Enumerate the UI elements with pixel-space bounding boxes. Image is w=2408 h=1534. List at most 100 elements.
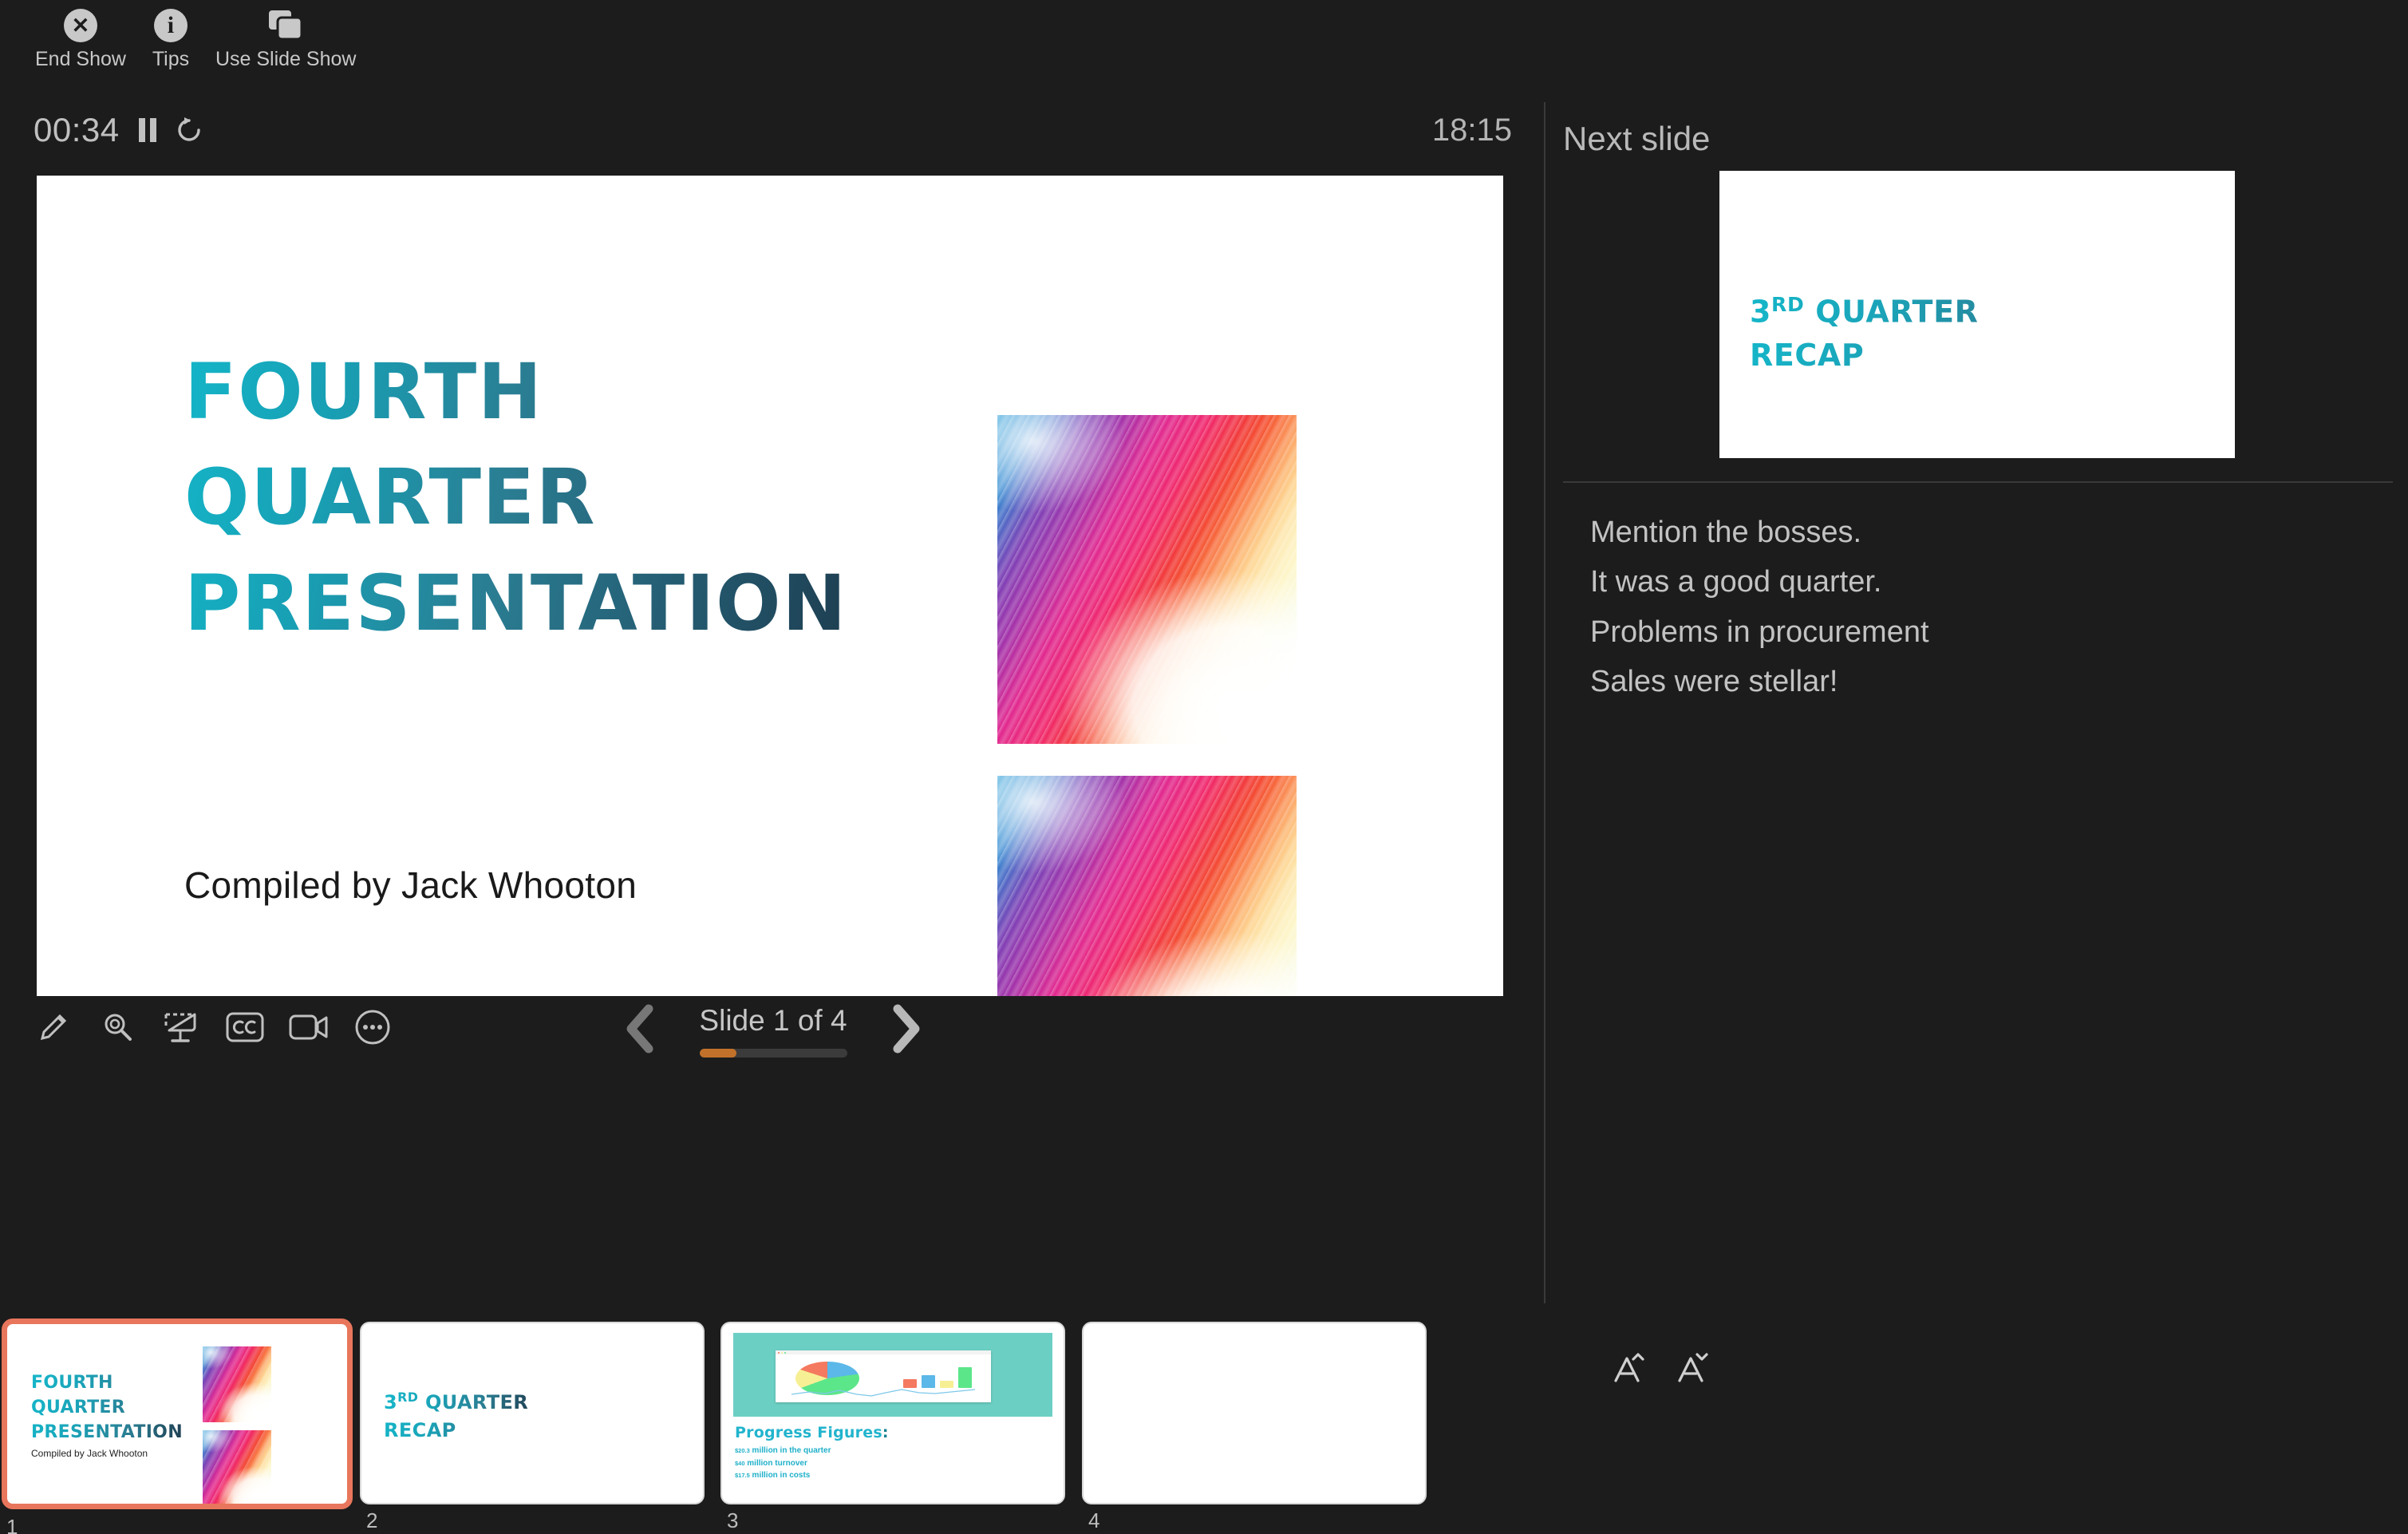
bar-4 bbox=[958, 1367, 972, 1388]
figure-row: $40 million turnover bbox=[735, 1457, 831, 1470]
close-icon: ✕ bbox=[63, 9, 97, 42]
timer-bar: 00:34 18:15 bbox=[0, 102, 1544, 158]
note-line: It was a good quarter. bbox=[1590, 565, 1882, 599]
thumbnail-2-title-rest: QUARTER bbox=[418, 1391, 529, 1413]
thumbnail-3-heading-text: Progress Figures bbox=[735, 1424, 882, 1441]
presenter-sidebar: Next slide 3RD QUARTER RECAP Mention the… bbox=[1545, 102, 2408, 1382]
magnifier-icon[interactable] bbox=[97, 1007, 137, 1047]
thumbnail-slide-2[interactable]: 3RD QUARTER RECAP 2 bbox=[361, 1323, 703, 1532]
tips-label: Tips bbox=[152, 48, 190, 70]
notes-divider bbox=[1563, 481, 2393, 483]
thumbnail-frame[interactable]: 3RD QUARTER RECAP bbox=[361, 1323, 703, 1503]
presenter-notes[interactable]: Mention the bosses. It was a good quarte… bbox=[1590, 508, 2372, 706]
thumbnail-3-heading-colon: : bbox=[882, 1424, 889, 1441]
browser-dot-green bbox=[784, 1351, 786, 1354]
use-slide-show-button[interactable]: Use Slide Show bbox=[203, 0, 369, 71]
decrease-font-size-icon[interactable] bbox=[1673, 1349, 1711, 1387]
slide-stack-icon bbox=[268, 6, 303, 45]
pause-icon[interactable] bbox=[137, 117, 158, 144]
line-chart bbox=[791, 1389, 975, 1397]
next-slide-title-prefix: 3 bbox=[1750, 294, 1772, 330]
thumbnail-1-title-line-3: PRESENTATION bbox=[31, 1422, 183, 1443]
note-font-size-controls bbox=[1609, 1349, 1711, 1387]
thumbnail-1-title-line-2: QUARTER bbox=[31, 1398, 125, 1418]
elapsed-timer: 00:34 bbox=[34, 111, 120, 148]
slide-title-line-1: FOURTH bbox=[184, 347, 543, 437]
next-slide-title-rest: QUARTER bbox=[1804, 294, 1979, 330]
end-show-button[interactable]: ✕ End Show bbox=[22, 0, 139, 71]
closed-captions-icon[interactable] bbox=[225, 1007, 265, 1047]
slide-counter: Slide 1 of 4 bbox=[699, 1004, 847, 1037]
end-show-label: End Show bbox=[35, 48, 126, 70]
thumbnail-frame[interactable]: FOURTH QUARTER PRESENTATION Compiled by … bbox=[2, 1319, 353, 1509]
thumbnail-number: 4 bbox=[1088, 1508, 1100, 1532]
thumbnail-1-brush-bottom bbox=[203, 1430, 271, 1504]
thumbnail-2-title: 3RD QUARTER RECAP bbox=[384, 1389, 528, 1445]
thumbnail-2-title-ordinal: RD bbox=[397, 1390, 419, 1405]
thumbnail-1-title: FOURTH QUARTER PRESENTATION bbox=[31, 1370, 183, 1445]
thumbnail-slide-4[interactable]: 4 bbox=[1084, 1323, 1425, 1532]
note-line: Problems in procurement bbox=[1590, 615, 1929, 649]
pen-icon[interactable] bbox=[34, 1007, 73, 1047]
figure-text: million in costs bbox=[749, 1471, 811, 1480]
figure-amount: $17.5 bbox=[735, 1472, 750, 1479]
use-slide-show-label: Use Slide Show bbox=[215, 48, 357, 70]
wall-clock: 18:15 bbox=[1431, 112, 1512, 148]
browser-dot-red bbox=[778, 1351, 780, 1354]
note-line: Mention the bosses. bbox=[1590, 516, 1862, 549]
tool-icon-group bbox=[34, 1007, 393, 1047]
thumbnail-3-teal-band bbox=[733, 1333, 1052, 1417]
slide-counter-group: Slide 1 of 4 bbox=[673, 1004, 873, 1058]
slide-progress-bar[interactable] bbox=[699, 1049, 847, 1058]
browser-dot-yellow bbox=[781, 1351, 783, 1354]
slide-navigation: Slide 1 of 4 bbox=[622, 1004, 957, 1058]
rainbow-brush-image-top bbox=[997, 415, 1297, 744]
thumbnail-1-title-line-1: FOURTH bbox=[31, 1373, 113, 1393]
bar-2 bbox=[922, 1375, 935, 1388]
next-slide-label: Next slide bbox=[1563, 120, 1711, 157]
reset-icon[interactable] bbox=[176, 116, 203, 144]
presenter-display-icon[interactable] bbox=[161, 1007, 201, 1047]
figure-text: million turnover bbox=[744, 1458, 807, 1468]
tips-button[interactable]: i Tips bbox=[139, 0, 203, 71]
slide-title-line-3: PRESENTATION bbox=[184, 558, 847, 648]
thumbnail-1-subtitle: Compiled by Jack Whooton bbox=[31, 1448, 148, 1459]
more-ellipsis-icon[interactable] bbox=[353, 1007, 393, 1047]
figure-row: $20.3 million in the quarter bbox=[735, 1445, 831, 1457]
thumbnail-2-title-line2: RECAP bbox=[384, 1418, 456, 1441]
figure-amount: $20.3 bbox=[735, 1447, 750, 1454]
thumbnail-3-figures: $20.3 million in the quarter $40 million… bbox=[735, 1445, 831, 1482]
next-slide-preview[interactable]: 3RD QUARTER RECAP bbox=[1719, 171, 2235, 458]
slide-thumbnail-strip: FOURTH QUARTER PRESENTATION Compiled by … bbox=[0, 1309, 1544, 1534]
slide-title: FOURTH QUARTER PRESENTATION bbox=[184, 339, 847, 656]
figure-row: $17.5 million in costs bbox=[735, 1469, 831, 1482]
info-circle-icon: i bbox=[153, 6, 188, 45]
thumbnail-slide-1[interactable]: FOURTH QUARTER PRESENTATION Compiled by … bbox=[2, 1319, 353, 1534]
slide-subtitle: Compiled by Jack Whooton bbox=[184, 864, 638, 906]
bar-3 bbox=[940, 1381, 953, 1388]
video-camera-icon[interactable] bbox=[289, 1007, 329, 1047]
previous-slide-button[interactable] bbox=[622, 1004, 659, 1058]
thumbnail-frame[interactable] bbox=[1084, 1323, 1425, 1503]
thumbnail-3-chart-window bbox=[776, 1350, 991, 1402]
current-slide-canvas[interactable]: FOURTH QUARTER PRESENTATION Compiled by … bbox=[37, 176, 1503, 996]
thumbnail-number: 2 bbox=[366, 1508, 378, 1532]
info-icon: i bbox=[153, 9, 188, 42]
browser-titlebar bbox=[776, 1350, 991, 1354]
next-slide-title-ordinal: RD bbox=[1771, 293, 1805, 316]
thumbnail-number: 1 bbox=[6, 1515, 18, 1534]
next-slide-button[interactable] bbox=[887, 1004, 924, 1058]
thumbnail-3-heading: Progress Figures: bbox=[735, 1424, 889, 1441]
thumbnail-slide-3[interactable]: Progress Figures: $20.3 million in the q… bbox=[722, 1323, 1064, 1532]
slide-progress-fill bbox=[699, 1049, 736, 1058]
next-slide-title: 3RD QUARTER RECAP bbox=[1750, 291, 2197, 378]
thumbnail-frame[interactable]: Progress Figures: $20.3 million in the q… bbox=[722, 1323, 1064, 1503]
close-circle-icon: ✕ bbox=[63, 6, 97, 45]
note-line: Sales were stellar! bbox=[1590, 664, 1838, 698]
thumbnail-1-brush-top bbox=[203, 1346, 271, 1422]
increase-font-size-icon[interactable] bbox=[1609, 1349, 1648, 1387]
figure-text: million in the quarter bbox=[749, 1446, 831, 1455]
slide-controls: Slide 1 of 4 bbox=[0, 1004, 1544, 1091]
rainbow-brush-image-bottom bbox=[997, 776, 1297, 996]
bar-1 bbox=[903, 1379, 917, 1388]
